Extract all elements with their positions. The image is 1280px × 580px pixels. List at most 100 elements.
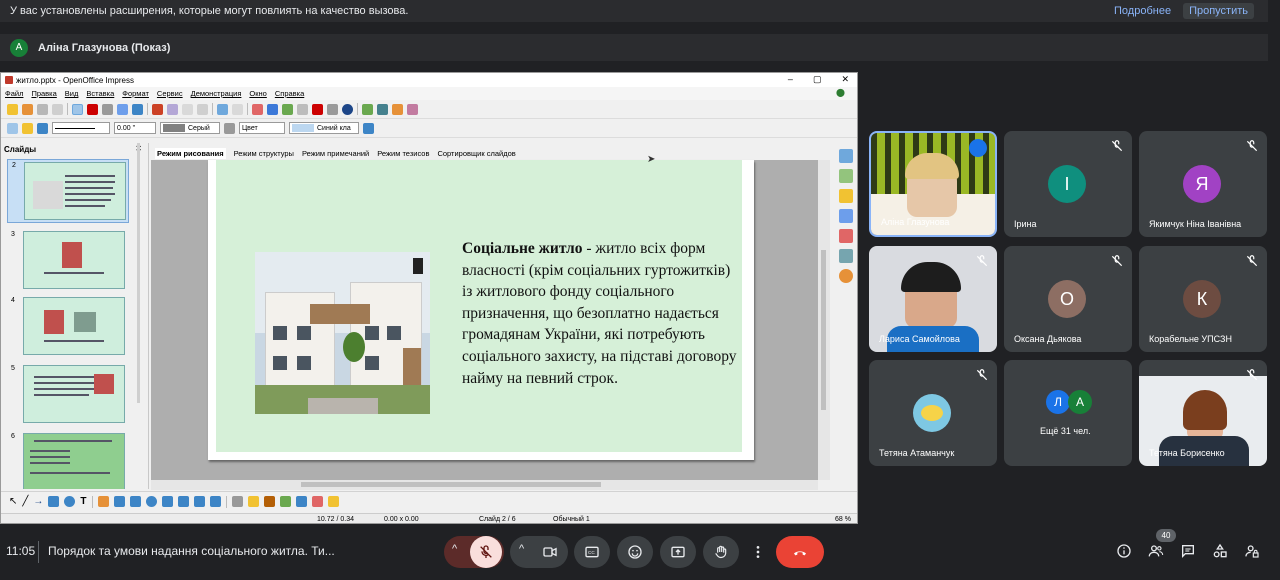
menu-edit[interactable]: Правка — [31, 89, 56, 98]
layout-icon[interactable] — [377, 103, 388, 115]
pdf-icon[interactable] — [87, 103, 98, 115]
basic-shapes-icon[interactable] — [129, 496, 141, 507]
stars-icon[interactable] — [209, 496, 221, 507]
mic-options-chevron-icon[interactable]: ^ — [452, 543, 457, 555]
fill-color-select[interactable]: Синий кла — [289, 122, 359, 134]
participant-tile[interactable]: О Оксана Дьякова — [1004, 246, 1132, 352]
camera-options-chevron-icon[interactable]: ^ — [519, 543, 524, 555]
host-controls-button[interactable] — [1240, 539, 1264, 563]
tab-handout-view[interactable]: Режим тезисов — [377, 149, 429, 158]
animation-icon[interactable] — [839, 189, 853, 203]
undo-icon[interactable] — [217, 103, 228, 115]
menu-file[interactable]: Файл — [5, 89, 23, 98]
line-icon[interactable] — [22, 122, 33, 134]
spellcheck-icon[interactable] — [117, 103, 128, 115]
styles-icon[interactable] — [7, 122, 18, 134]
slide-thumbnail[interactable]: 3 — [7, 229, 129, 293]
slide-icon[interactable] — [362, 103, 373, 115]
save-icon[interactable] — [37, 103, 48, 115]
more-options-button[interactable] — [746, 536, 770, 568]
extrusion-icon[interactable] — [279, 496, 291, 507]
participant-tile[interactable]: К Корабельне УПСЗН — [1139, 246, 1267, 352]
participant-tile-video[interactable]: Тетяна Борисенко — [1139, 360, 1267, 466]
copy-icon[interactable] — [167, 103, 178, 115]
slides-pane-scrollbar[interactable] — [137, 143, 140, 403]
draw-functions-icon[interactable] — [312, 103, 323, 115]
cut-icon[interactable] — [152, 103, 163, 115]
fontwork-icon[interactable] — [247, 496, 259, 507]
slide-thumbnail[interactable]: 5 — [7, 363, 129, 427]
tab-drawing-view[interactable]: Режим рисования — [155, 147, 226, 159]
help-icon[interactable] — [342, 103, 353, 115]
styles-icon[interactable] — [839, 229, 853, 243]
navigator-icon[interactable] — [839, 269, 853, 283]
format-paintbrush-icon[interactable] — [197, 103, 208, 115]
slide-thumbnail[interactable]: 6 — [7, 431, 129, 489]
autospell-icon[interactable] — [132, 103, 143, 115]
block-arrows-icon[interactable] — [161, 496, 173, 507]
captions-button[interactable]: CC — [574, 536, 610, 568]
line-width-field[interactable]: 0.00 " — [114, 122, 156, 134]
line-style-select[interactable] — [52, 122, 110, 134]
menu-insert[interactable]: Вставка — [86, 89, 114, 98]
reactions-button[interactable] — [617, 536, 653, 568]
scroll-thumb[interactable] — [301, 482, 601, 487]
camera-icon[interactable] — [542, 544, 558, 560]
slide-thumbnail[interactable]: 2 — [7, 159, 129, 223]
activities-button[interactable] — [1208, 539, 1232, 563]
email-icon[interactable] — [52, 103, 63, 115]
end-call-button[interactable] — [776, 536, 824, 568]
minimize-icon[interactable]: – — [788, 74, 793, 85]
slide-thumbnail[interactable]: 4 — [7, 295, 129, 359]
menu-tools[interactable]: Сервис — [157, 89, 183, 98]
mic-toggle-button[interactable] — [470, 536, 502, 568]
points-icon[interactable] — [231, 496, 243, 507]
align-icon[interactable] — [295, 496, 307, 507]
canvas-horizontal-scrollbar[interactable] — [151, 480, 818, 490]
menu-format[interactable]: Формат — [122, 89, 149, 98]
maximize-icon[interactable]: ▢ — [813, 74, 822, 85]
master-pages-icon[interactable] — [839, 169, 853, 183]
slide-canvas[interactable]: Соціальне житло - житло всіх форм власно… — [151, 154, 818, 480]
select-arrow-icon[interactable]: ↖ — [9, 496, 17, 507]
participant-tile-video[interactable]: Лариса Самойлова — [869, 246, 997, 352]
menu-help[interactable]: Справка — [275, 89, 304, 98]
zoom-icon[interactable] — [327, 103, 338, 115]
design-icon[interactable] — [392, 103, 403, 115]
close-icon[interactable]: ✕ — [841, 74, 849, 85]
present-button[interactable] — [660, 536, 696, 568]
arrow-tool-icon[interactable]: → — [33, 496, 43, 507]
document-close-icon[interactable]: ⬤ — [836, 88, 845, 97]
new-icon[interactable] — [7, 103, 18, 115]
flowchart-icon[interactable] — [177, 496, 189, 507]
menu-slideshow[interactable]: Демонстрация — [191, 89, 242, 98]
tab-notes-view[interactable]: Режим примечаний — [302, 149, 369, 158]
area-icon[interactable] — [224, 122, 235, 134]
participant-tile[interactable]: Я Якимчук Ніна Іванівна — [1139, 131, 1267, 237]
raise-hand-button[interactable] — [703, 536, 739, 568]
status-zoom[interactable]: 68 % — [835, 516, 851, 523]
line-color-select[interactable]: Серый — [160, 122, 220, 134]
transition-icon[interactable] — [839, 209, 853, 223]
curve-tool-icon[interactable] — [97, 496, 109, 507]
grid-icon[interactable] — [297, 103, 308, 115]
text-tool-icon[interactable]: T — [80, 496, 86, 507]
chat-button[interactable] — [1176, 539, 1200, 563]
arrange-icon[interactable] — [311, 496, 323, 507]
edit-mode-icon[interactable] — [72, 103, 83, 115]
open-icon[interactable] — [22, 103, 33, 115]
symbol-shapes-icon[interactable] — [145, 496, 157, 507]
notice-skip-button[interactable]: Пропустить — [1183, 3, 1254, 19]
gallery-icon[interactable] — [839, 249, 853, 263]
arrow-style-icon[interactable] — [37, 122, 48, 134]
slideshow-icon[interactable] — [407, 103, 418, 115]
notice-more-button[interactable]: Подробнее — [1108, 3, 1177, 19]
participant-tile-video[interactable]: Аліна Глазунова — [869, 131, 997, 237]
shadow-icon[interactable] — [363, 122, 374, 134]
fill-mode-select[interactable]: Цвет — [239, 122, 285, 134]
scroll-thumb[interactable] — [821, 250, 826, 410]
callouts-icon[interactable] — [193, 496, 205, 507]
ellipse-tool-icon[interactable] — [64, 496, 76, 507]
connector-tool-icon[interactable] — [113, 496, 125, 507]
meeting-info-button[interactable] — [1112, 539, 1136, 563]
